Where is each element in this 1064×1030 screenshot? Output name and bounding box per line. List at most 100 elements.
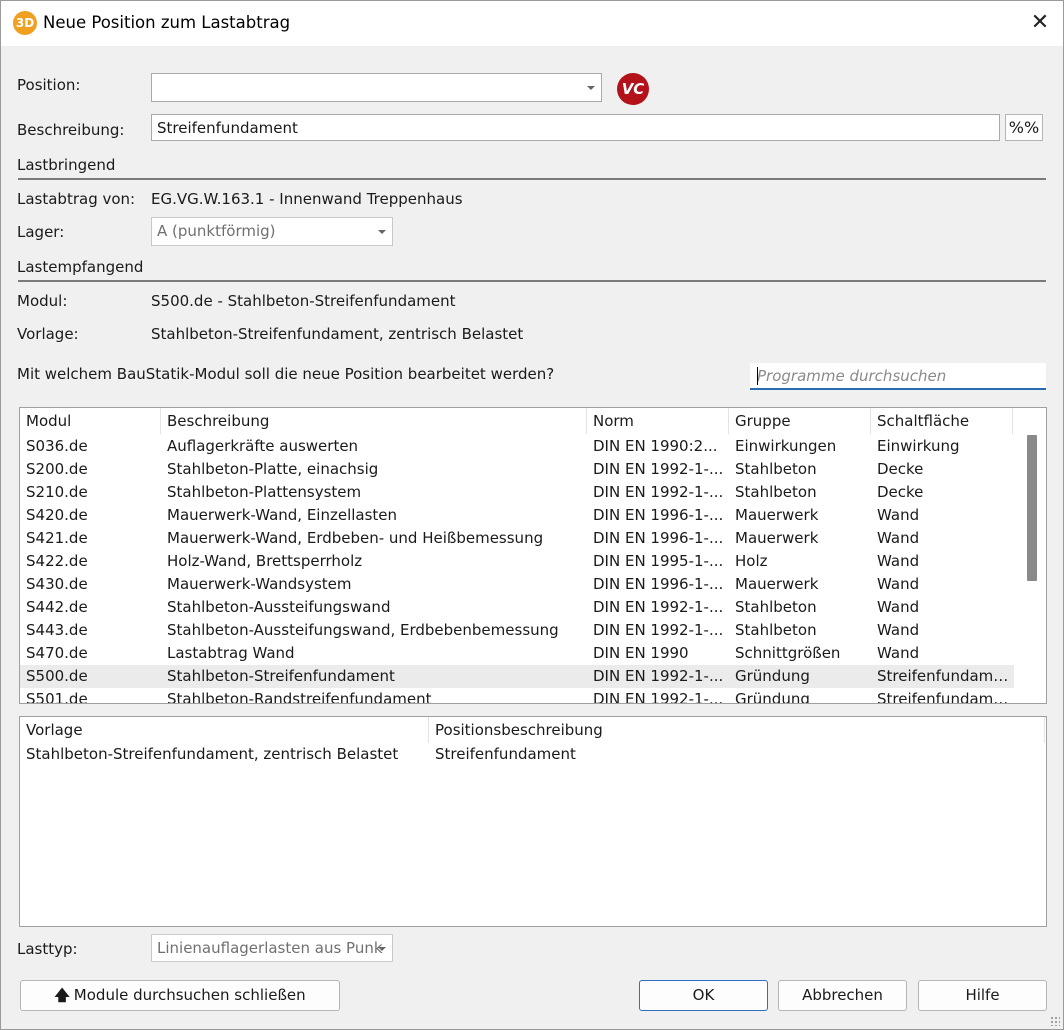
cell-norm: DIN EN 1996-1-...	[593, 506, 724, 524]
placeholder-button[interactable]: %%	[1005, 114, 1043, 141]
cell-schaltflaeche: Einwirkung	[877, 437, 960, 455]
window-title: Neue Position zum Lastabtrag	[43, 13, 291, 32]
cell-norm: DIN EN 1992-1-...	[593, 621, 724, 639]
cell-norm: DIN EN 1992-1-...	[593, 460, 724, 478]
text-caret	[757, 367, 758, 385]
cancel-button[interactable]: Abbrechen	[778, 980, 907, 1011]
module-table-scrollbar[interactable]	[1019, 409, 1045, 703]
cell-norm: DIN EN 1992-1-...	[593, 483, 724, 501]
table-row[interactable]: Stahlbeton-Streifenfundament, zentrisch …	[20, 743, 1045, 766]
cell-modul: S200.de	[26, 460, 88, 478]
cell-beschreibung: Mauerwerk-Wand, Erdbeben- und Heißbemess…	[167, 529, 544, 547]
column-header-gruppe[interactable]: Gruppe	[729, 408, 871, 434]
cell-schaltflaeche: Wand	[877, 506, 920, 524]
beschreibung-label: Beschreibung:	[17, 121, 125, 139]
cell-gruppe: Stahlbeton	[735, 483, 817, 501]
column-header-vorlage[interactable]: Vorlage	[20, 717, 429, 743]
help-button[interactable]: Hilfe	[918, 980, 1047, 1011]
close-button[interactable]: ✕	[1017, 1, 1063, 46]
vc-logo-icon[interactable]: VC	[617, 73, 649, 105]
cell-beschreibung: Mauerwerk-Wandsystem	[167, 575, 352, 593]
cell-beschreibung: Mauerwerk-Wand, Einzellasten	[167, 506, 398, 524]
table-row[interactable]: S470.de Lastabtrag Wand DIN EN 1990 Schnitt…	[20, 642, 1014, 665]
cell-modul: S420.de	[26, 506, 88, 524]
cell-gruppe: Stahlbeton	[735, 460, 817, 478]
cell-positionsbeschreibung: Streifenfundament	[435, 745, 576, 763]
vorlage-table[interactable]: Vorlage Positionsbeschreibung Stahlbeton-…	[19, 716, 1047, 927]
resize-grip-icon[interactable]	[1050, 1016, 1060, 1026]
chevron-down-icon[interactable]	[587, 86, 595, 90]
position-label: Position:	[17, 76, 81, 94]
cell-norm: DIN EN 1992-1-...	[593, 598, 724, 616]
table-row[interactable]: S430.de Mauerwerk-Wandsystem DIN EN 1996-1…	[20, 573, 1014, 596]
cell-schaltflaeche: Wand	[877, 598, 920, 616]
table-row[interactable]: S422.de Holz-Wand, Brettsperrholz DIN EN 1…	[20, 550, 1014, 573]
cell-gruppe: Gründung	[735, 690, 810, 704]
cell-gruppe: Mauerwerk	[735, 506, 819, 524]
column-header-positionsbeschreibung[interactable]: Positionsbeschreibung	[429, 717, 1045, 743]
cell-gruppe: Einwirkungen	[735, 437, 837, 455]
module-table[interactable]: Modul Beschreibung Norm Gruppe Schaltfläche …	[19, 407, 1047, 704]
cell-schaltflaeche: Streifenfundament	[877, 667, 1013, 685]
close-module-search-button[interactable]: 🡅 Module durchsuchen schließen	[20, 980, 340, 1011]
column-header-modul[interactable]: Modul	[20, 408, 161, 434]
table-row[interactable]: S443.de Stahlbeton-Aussteifungswand, Erdb…	[20, 619, 1014, 642]
column-header-schaltflaeche[interactable]: Schaltfläche	[871, 408, 1013, 434]
module-question: Mit welchem BauStatik-Modul soll die neu…	[17, 365, 555, 383]
cell-schaltflaeche: Streifenfundament	[877, 690, 1013, 704]
lager-label: Lager:	[17, 223, 65, 241]
title-bar: 3D Neue Position zum Lastabtrag ✕	[1, 1, 1063, 46]
cell-schaltflaeche: Decke	[877, 460, 924, 478]
lasttyp-combo[interactable]: Linienauflagerlasten aus Punk	[151, 934, 393, 962]
table-row[interactable]: S501.de Stahlbeton-Randstreifenfundament D…	[20, 688, 1014, 704]
cell-modul: S500.de	[26, 667, 88, 685]
search-input[interactable]: Programme durchsuchen	[750, 363, 1046, 390]
lastabtrag-value: EG.VG.W.163.1 - Innenwand Treppenhaus	[151, 190, 463, 208]
table-row[interactable]: S420.de Mauerwerk-Wand, Einzellasten DIN E…	[20, 504, 1014, 527]
cell-beschreibung: Auflagerkräfte auswerten	[167, 437, 359, 455]
dialog-window: 3D Neue Position zum Lastabtrag ✕ Positi…	[0, 0, 1064, 1030]
chevron-down-icon[interactable]	[378, 947, 386, 951]
cell-vorlage: Stahlbeton-Streifenfundament, zentrisch …	[26, 745, 399, 763]
table-row[interactable]: S036.de Auflagerkräfte auswerten DIN EN 19…	[20, 435, 1014, 458]
cell-schaltflaeche: Decke	[877, 483, 924, 501]
cell-schaltflaeche: Wand	[877, 529, 920, 547]
column-header-beschreibung[interactable]: Beschreibung	[161, 408, 587, 434]
cell-modul: S210.de	[26, 483, 88, 501]
cell-norm: DIN EN 1992-1-...	[593, 690, 724, 704]
ok-button[interactable]: OK	[639, 980, 768, 1011]
table-row[interactable]: S200.de Stahlbeton-Platte, einachsig DIN E…	[20, 458, 1014, 481]
table-row[interactable]: S500.de Stahlbeton-Streifenfundament DIN E…	[20, 665, 1014, 688]
cell-beschreibung: Stahlbeton-Aussteifungswand, Erdbebenbem…	[167, 621, 559, 639]
cell-beschreibung: Lastabtrag Wand	[167, 644, 295, 662]
arrow-up-icon: 🡅	[54, 986, 70, 1004]
cell-norm: DIN EN 1990	[593, 644, 689, 662]
cell-schaltflaeche: Wand	[877, 552, 920, 570]
cell-modul: S036.de	[26, 437, 88, 455]
chevron-down-icon[interactable]	[378, 230, 386, 234]
modul-label: Modul:	[17, 292, 68, 310]
section-divider	[18, 280, 1046, 282]
lasttyp-label: Lasttyp:	[17, 940, 78, 958]
search-placeholder: Programme durchsuchen	[757, 367, 947, 385]
lastabtrag-label: Lastabtrag von:	[17, 190, 136, 208]
cell-modul: S421.de	[26, 529, 88, 547]
lager-combo[interactable]: A (punktförmig)	[151, 217, 393, 246]
position-combo[interactable]	[151, 73, 602, 102]
cell-gruppe: Mauerwerk	[735, 529, 819, 547]
scrollbar-thumb[interactable]	[1027, 435, 1037, 581]
cell-beschreibung: Stahlbeton-Aussteifungswand	[167, 598, 391, 616]
close-module-search-label: Module durchsuchen schließen	[73, 986, 306, 1004]
lasttyp-value: Linienauflagerlasten aus Punk	[157, 939, 383, 957]
vorlage-label: Vorlage:	[17, 325, 79, 343]
cell-norm: DIN EN 1995-1-...	[593, 552, 724, 570]
cell-beschreibung: Stahlbeton-Streifenfundament	[167, 667, 395, 685]
table-row[interactable]: S421.de Mauerwerk-Wand, Erdbeben- und Hei…	[20, 527, 1014, 550]
table-row[interactable]: S210.de Stahlbeton-Plattensystem DIN EN 19…	[20, 481, 1014, 504]
cell-beschreibung: Stahlbeton-Plattensystem	[167, 483, 362, 501]
beschreibung-field[interactable]: Streifenfundament	[151, 114, 1000, 141]
cell-modul: S470.de	[26, 644, 88, 662]
cell-beschreibung: Holz-Wand, Brettsperrholz	[167, 552, 363, 570]
table-row[interactable]: S442.de Stahlbeton-Aussteifungswand DIN EN…	[20, 596, 1014, 619]
column-header-norm[interactable]: Norm	[587, 408, 729, 434]
